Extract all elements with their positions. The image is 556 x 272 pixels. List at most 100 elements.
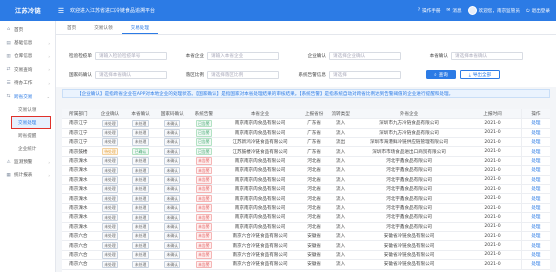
cell-text: 南京南京肉食品有限公司 (234, 130, 286, 136)
table-row: 南京溧水 未处理 未处理 未确认 未告警 南京南京肉食品有限公司 河北省 流入 河北宇鑫食品有限… (62, 156, 550, 167)
table-cell: 广东省 (300, 146, 328, 157)
message-link[interactable]: ✉ 消息 (447, 8, 462, 14)
tab-trade-claim[interactable]: 交易认领 (85, 22, 121, 34)
process-link[interactable]: 处理 (531, 262, 540, 267)
table-cell: 南京六合冷链食品有限公司 (219, 240, 301, 251)
status-badge: 未处理 (132, 232, 149, 240)
table-cell: 未处理 (94, 156, 126, 167)
status-badge: 未确认 (164, 138, 181, 146)
status-badge: 未确认 (164, 185, 181, 193)
home-icon: ⌂ (7, 27, 10, 33)
sidebar-item-home[interactable]: ⌂ 首页 (0, 23, 55, 36)
local-company-input[interactable]: 请输入本省企业 (207, 52, 279, 60)
process-link[interactable]: 处理 (531, 150, 540, 155)
cell-text: 河北宇鑫食品有限公司 (386, 159, 433, 165)
welcome-title: 欢迎进入江苏省进口冷链食品追溯平台 (70, 8, 156, 14)
process-action-cell: 处理 (520, 184, 550, 195)
cell-text: 安徽省 (307, 243, 322, 249)
process-link[interactable]: 处理 (531, 244, 540, 249)
sidebar-sub-company-stats[interactable]: 企业统计 (0, 142, 55, 155)
logout-link[interactable]: ⏻ 退出登录 (526, 8, 550, 14)
table-cell: 未确认 (155, 259, 189, 270)
manual-link[interactable]: ? 操作手册 (418, 8, 441, 14)
cell-text: 流入 (336, 130, 346, 136)
process-link[interactable]: 处理 (531, 159, 540, 164)
table-cell: 未告警 (188, 203, 220, 214)
cell-text: 广东省 (307, 121, 322, 127)
chevron-right-icon: › (48, 80, 50, 86)
table-cell: 未确认 (155, 175, 189, 186)
ratio-select[interactable]: 请选择落区比例 (207, 71, 279, 79)
cell-text: 流入 (336, 177, 346, 183)
sidebar-sub-trade-process[interactable]: 交易处理 (11, 116, 51, 130)
process-action-cell: 处理 (520, 146, 550, 157)
sidebar-item-warehouse[interactable]: ▥ 仓库信息 › (0, 50, 55, 63)
process-link[interactable]: 处理 (531, 121, 540, 126)
process-link[interactable]: 处理 (531, 178, 540, 183)
process-link[interactable]: 处理 (531, 197, 540, 202)
cell-text: 南京六合冷链食品有限公司 (232, 252, 288, 258)
table-cell: 流入 (327, 222, 354, 233)
sidebar-item-todo[interactable]: ☰ 待办工作 › (0, 77, 55, 90)
table-cell: 河北宇鑫食品有限公司 (353, 156, 465, 167)
sidebar-item-reports[interactable]: ▦ 统计报表 › (0, 169, 55, 182)
company-confirm-select[interactable]: 请选择企业确认 (329, 52, 401, 60)
tab-trade-process[interactable]: 交易处理 (121, 22, 158, 34)
status-badge: 已告警 (195, 119, 213, 128)
filter-label-cert: 检验检疫单 (69, 53, 92, 59)
cell-text: 河北宇鑫食品有限公司 (386, 224, 433, 230)
tab-home[interactable]: 首页 (58, 22, 85, 34)
process-action-cell: 处理 (520, 222, 550, 233)
table-cell: 未处理 (125, 250, 156, 261)
table-cell: 深圳市市场食品进出口商贸有限公司 (353, 146, 465, 157)
cell-text: 流入 (336, 252, 346, 258)
table-cell: 河北宇鑫食品有限公司 (353, 193, 465, 204)
cell-text: 2021-0 (484, 196, 501, 202)
status-badge: 未处理 (132, 157, 149, 165)
cert-number-input[interactable]: 请输入检验检疫单号 (95, 52, 167, 60)
cell-text: 南京南京肉食品有限公司 (234, 121, 286, 127)
table-cell: 未确认 (155, 222, 189, 233)
table-header: 所属部门 企业确认 本省确认 国家码确认 系统告警 本省企业 上报省份 流转类型… (62, 109, 550, 120)
export-all-button[interactable]: ⤓ 导出全部 (460, 70, 500, 79)
status-badge: 未确认 (164, 147, 181, 156)
table-cell: 2021-0 (464, 250, 522, 261)
sidebar-item-cross-province[interactable]: ⇆ 跨省交易 ⌄ (0, 90, 55, 103)
sidebar-item-trade-query[interactable]: ⇄ 交易查询 › (0, 63, 55, 76)
process-link[interactable]: 处理 (531, 168, 540, 173)
process-link[interactable]: 处理 (531, 187, 540, 192)
process-link[interactable]: 处理 (531, 140, 540, 145)
process-link[interactable]: 处理 (531, 131, 540, 136)
table-cell: 未确认 (155, 250, 189, 261)
process-link[interactable]: 处理 (531, 215, 540, 220)
table-cell: 未处理 (125, 193, 156, 204)
status-badge: 已告警 (195, 138, 213, 146)
province-confirm-select[interactable]: 请选择本省确认 (451, 52, 523, 60)
status-badge: 未处理 (132, 222, 149, 231)
search-button[interactable]: ⌕ 查询 (426, 70, 456, 79)
info-notice: 【企业确认】是指跨省企业在APP对本地企业的处理状态。【国家确认】是指国家对本省… (62, 89, 550, 98)
table-cell: 流入 (327, 184, 354, 195)
notice-text: 【企业确认】是指跨省企业在APP对本地企业的处理状态。【国家确认】是指国家对本省… (77, 91, 454, 97)
process-link[interactable]: 处理 (531, 253, 540, 258)
cell-text: 2021-0 (484, 214, 501, 220)
cell-text: 流入 (336, 196, 346, 202)
process-link[interactable]: 处理 (531, 225, 540, 230)
process-link[interactable]: 处理 (531, 206, 540, 211)
sidebar-sub-cross-remind[interactable]: 跨省提醒 (0, 129, 55, 142)
system-alert-select[interactable]: 请选择 (329, 71, 401, 79)
table-cell: 未确认 (155, 231, 189, 242)
menu-toggle-icon[interactable]: ☰ (56, 7, 66, 15)
table-cell: 未确认 (155, 156, 189, 167)
process-link[interactable]: 处理 (531, 234, 540, 239)
table-cell: 未处理 (125, 231, 156, 242)
cell-text: 河北宇鑫食品有限公司 (386, 206, 433, 211)
table-cell: 南京南京肉食品有限公司 (219, 118, 301, 129)
sidebar-item-monitor-alert[interactable]: ⚠ 监测预警 › (0, 155, 55, 168)
national-confirm-select[interactable]: 请选择本省确认 (95, 71, 167, 79)
user-menu[interactable]: 欢迎您，南京监管员 (467, 6, 520, 15)
sidebar-sub-trade-claim[interactable]: 交易认领 (0, 103, 55, 116)
table-cell: 2021-0 (464, 146, 522, 157)
sidebar-item-basic-info[interactable]: ▤ 基础信息 › (0, 36, 55, 49)
table-cell: 南京六合冷链食品有限公司 (219, 231, 301, 242)
